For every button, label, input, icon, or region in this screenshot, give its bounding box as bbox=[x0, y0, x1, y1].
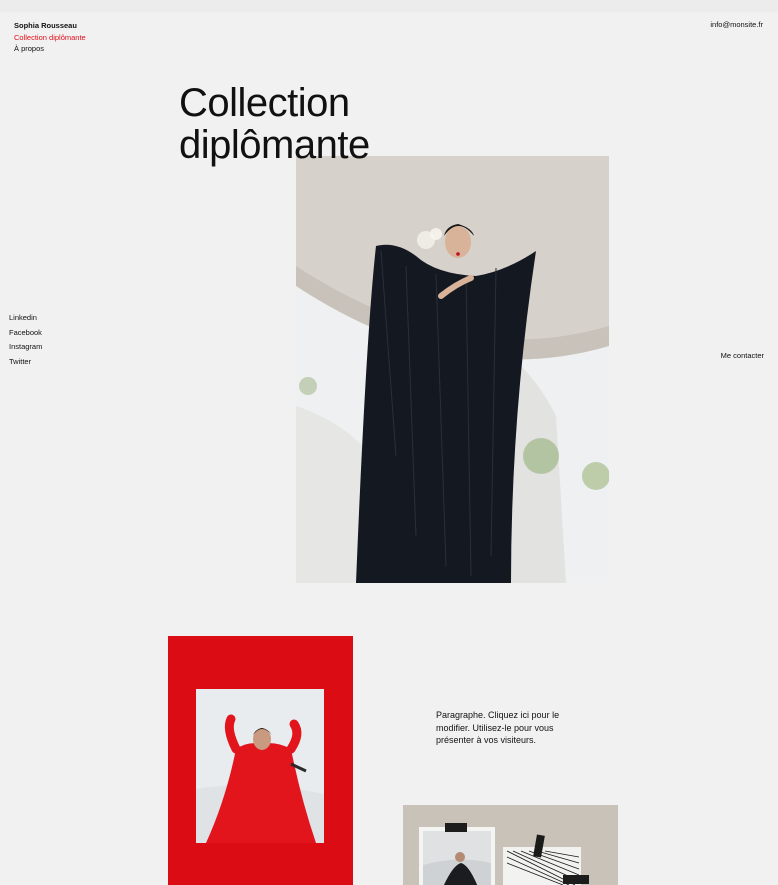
top-strip bbox=[0, 0, 778, 12]
social-links: Linkedin Facebook Instagram Twitter bbox=[9, 311, 42, 369]
contact-link[interactable]: Me contacter bbox=[721, 351, 764, 360]
collage-illustration bbox=[403, 805, 618, 885]
nav-item-about[interactable]: À propos bbox=[14, 44, 44, 53]
hero-photo bbox=[296, 156, 609, 583]
red-dress-photo bbox=[196, 689, 324, 843]
hero-photo-illustration bbox=[296, 156, 609, 583]
red-dress-illustration bbox=[196, 689, 324, 843]
social-link-twitter[interactable]: Twitter bbox=[9, 355, 42, 370]
site-brand[interactable]: Sophia Rousseau bbox=[14, 21, 77, 30]
title-line-2: diplômante bbox=[179, 123, 370, 167]
title-line-1: Collection bbox=[179, 81, 350, 125]
social-link-linkedin[interactable]: Linkedin bbox=[9, 311, 42, 326]
email-link[interactable]: info@monsite.fr bbox=[710, 20, 763, 29]
nav-item-collection[interactable]: Collection diplômante bbox=[14, 33, 86, 42]
social-link-facebook[interactable]: Facebook bbox=[9, 326, 42, 341]
collage-photo bbox=[403, 805, 618, 885]
intro-paragraph: Paragraphe. Cliquez ici pour le modifier… bbox=[436, 710, 560, 746]
page-title: Collection diplômante bbox=[179, 82, 370, 166]
social-link-instagram[interactable]: Instagram bbox=[9, 340, 42, 355]
